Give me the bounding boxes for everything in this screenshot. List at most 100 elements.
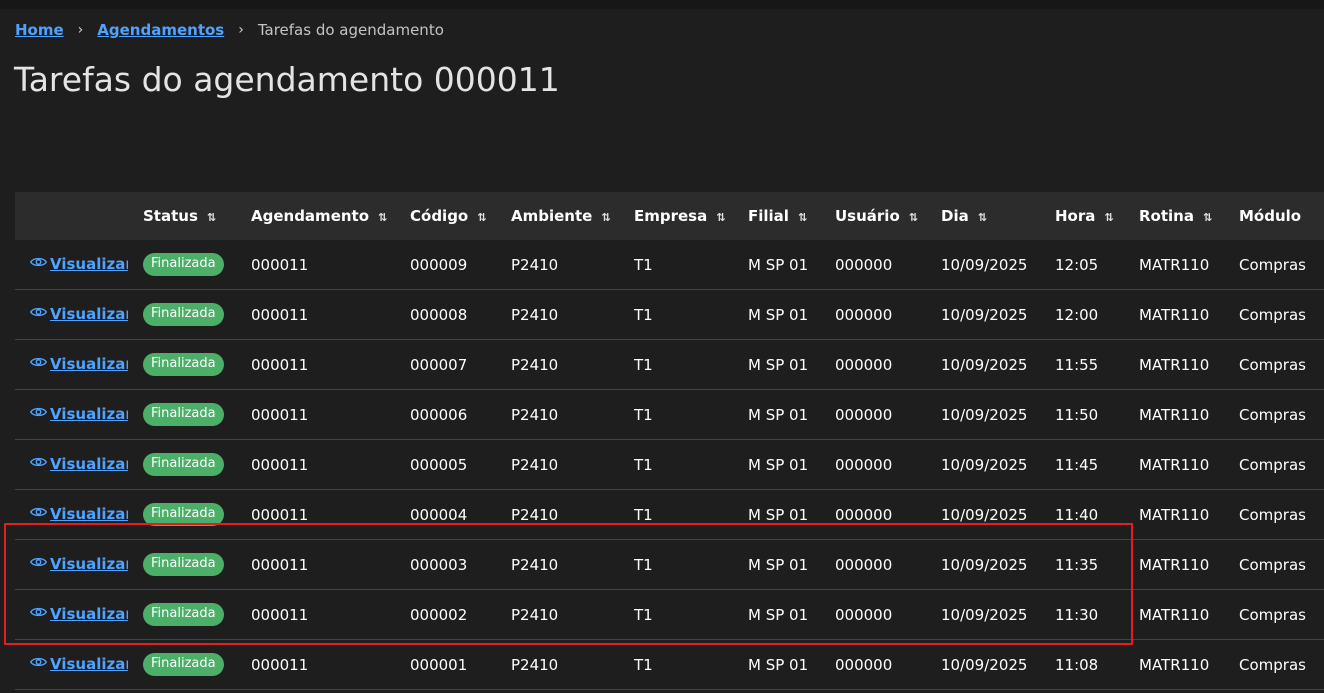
modulo-cell: Compras	[1239, 605, 1306, 624]
sort-icon[interactable]: ⇅	[477, 211, 486, 224]
column-header-label[interactable]: Empresa	[634, 207, 707, 225]
column-header-label[interactable]: Filial	[748, 207, 789, 225]
usuario-cell: 000000	[835, 505, 893, 524]
sort-icon[interactable]: ⇅	[909, 211, 918, 224]
status-badge: Finalizada	[143, 603, 224, 626]
column-header-label: Módulo	[1239, 207, 1302, 225]
sort-icon[interactable]: ⇅	[1203, 211, 1212, 224]
hora-cell: 11:40	[1055, 505, 1099, 524]
column-header-label[interactable]: Código	[410, 207, 468, 225]
actions-cell: Visualizar	[15, 355, 128, 374]
usuario-cell: 000000	[835, 255, 893, 274]
filial-cell: M SP 01	[748, 655, 809, 674]
column-header-ambiente[interactable]: Ambiente ⇅	[511, 207, 634, 225]
column-header-usuario[interactable]: Usuário ⇅	[835, 207, 941, 225]
column-header-label[interactable]: Agendamento	[251, 207, 369, 225]
empresa-cell: T1	[634, 455, 653, 474]
breadcrumb-agendamentos-link[interactable]: Agendamentos	[97, 21, 224, 39]
visualizar-label[interactable]: Visualizar	[50, 455, 128, 473]
ambiente-cell: P2410	[511, 555, 559, 574]
visualizar-link[interactable]: Visualizar	[30, 555, 128, 573]
codigo-cell: 000008	[410, 305, 468, 324]
empresa-cell: T1	[634, 505, 653, 524]
status-cell: Finalizada	[128, 253, 251, 276]
sort-icon[interactable]: ⇅	[378, 211, 387, 224]
column-header-codigo[interactable]: Código ⇅	[410, 207, 511, 225]
modulo-cell: Compras	[1239, 255, 1306, 274]
visualizar-link[interactable]: Visualizar	[30, 305, 128, 323]
sort-icon[interactable]: ⇅	[601, 211, 610, 224]
status-badge: Finalizada	[143, 403, 224, 426]
visualizar-label[interactable]: Visualizar	[50, 305, 128, 323]
eye-icon	[30, 657, 47, 667]
rotina-cell: MATR110	[1139, 305, 1210, 324]
top-bar	[0, 0, 1324, 9]
agendamento-cell: 000011	[251, 255, 309, 274]
table-row: Visualizar Finalizada 000011 000003 P241…	[15, 540, 1324, 590]
ambiente-cell: P2410	[511, 255, 559, 274]
actions-cell: Visualizar	[15, 655, 128, 674]
table-header: Status ⇅ Agendamento ⇅ Código ⇅ Ambiente ⇅ E…	[15, 192, 1324, 240]
breadcrumb-current: Tarefas do agendamento	[257, 21, 444, 39]
rotina-cell: MATR110	[1139, 455, 1210, 474]
table-row: Visualizar Finalizada 000011 000008 P241…	[15, 290, 1324, 340]
visualizar-label[interactable]: Visualizar	[50, 255, 128, 273]
dia-cell: 10/09/2025	[941, 655, 1028, 674]
visualizar-link[interactable]: Visualizar	[30, 655, 128, 673]
column-header-label[interactable]: Hora	[1055, 207, 1095, 225]
dia-cell: 10/09/2025	[941, 555, 1028, 574]
visualizar-link[interactable]: Visualizar	[30, 355, 128, 373]
ambiente-cell: P2410	[511, 455, 559, 474]
column-header-filial[interactable]: Filial ⇅	[748, 207, 835, 225]
visualizar-label[interactable]: Visualizar	[50, 655, 128, 673]
breadcrumb-separator: ›	[77, 22, 84, 38]
breadcrumb-home-link[interactable]: Home	[15, 21, 64, 39]
column-header-label[interactable]: Usuário	[835, 207, 900, 225]
visualizar-label[interactable]: Visualizar	[50, 505, 128, 523]
visualizar-link[interactable]: Visualizar	[30, 505, 128, 523]
visualizar-link[interactable]: Visualizar	[30, 405, 128, 423]
hora-cell: 11:45	[1055, 455, 1099, 474]
column-header-status[interactable]: Status ⇅	[128, 207, 251, 225]
agendamento-cell: 000011	[251, 605, 309, 624]
codigo-cell: 000005	[410, 455, 468, 474]
column-header-label[interactable]: Status	[143, 207, 198, 225]
actions-cell: Visualizar	[15, 605, 128, 624]
ambiente-cell: P2410	[511, 505, 559, 524]
sort-icon[interactable]: ⇅	[207, 211, 216, 224]
column-header-label[interactable]: Dia	[941, 207, 969, 225]
rotina-cell: MATR110	[1139, 405, 1210, 424]
visualizar-label[interactable]: Visualizar	[50, 605, 128, 623]
status-badge: Finalizada	[143, 253, 224, 276]
usuario-cell: 000000	[835, 405, 893, 424]
column-header-label[interactable]: Rotina	[1139, 207, 1194, 225]
visualizar-label[interactable]: Visualizar	[50, 355, 128, 373]
sort-icon[interactable]: ⇅	[1104, 211, 1113, 224]
status-cell: Finalizada	[128, 503, 251, 526]
column-header-rotina[interactable]: Rotina ⇅	[1139, 207, 1239, 225]
eye-icon	[30, 407, 47, 417]
column-header-agendamento[interactable]: Agendamento ⇅	[251, 207, 410, 225]
actions-cell: Visualizar	[15, 405, 128, 424]
hora-cell: 11:08	[1055, 655, 1099, 674]
visualizar-link[interactable]: Visualizar	[30, 605, 128, 623]
visualizar-link[interactable]: Visualizar	[30, 255, 128, 273]
column-header-hora[interactable]: Hora ⇅	[1055, 207, 1139, 225]
breadcrumb-separator: ›	[238, 22, 244, 38]
modulo-cell: Compras	[1239, 455, 1306, 474]
visualizar-link[interactable]: Visualizar	[30, 455, 128, 473]
visualizar-label[interactable]: Visualizar	[50, 555, 128, 573]
column-header-label[interactable]: Ambiente	[511, 207, 592, 225]
column-header-dia[interactable]: Dia ⇅	[941, 207, 1055, 225]
status-badge: Finalizada	[143, 303, 224, 326]
ambiente-cell: P2410	[511, 405, 559, 424]
visualizar-label[interactable]: Visualizar	[50, 405, 128, 423]
empresa-cell: T1	[634, 605, 653, 624]
sort-icon[interactable]: ⇅	[978, 211, 987, 224]
rotina-cell: MATR110	[1139, 655, 1210, 674]
sort-icon[interactable]: ⇅	[716, 211, 725, 224]
codigo-cell: 000007	[410, 355, 468, 374]
column-header-empresa[interactable]: Empresa ⇅	[634, 207, 748, 225]
sort-icon[interactable]: ⇅	[798, 211, 807, 224]
filial-cell: M SP 01	[748, 555, 809, 574]
